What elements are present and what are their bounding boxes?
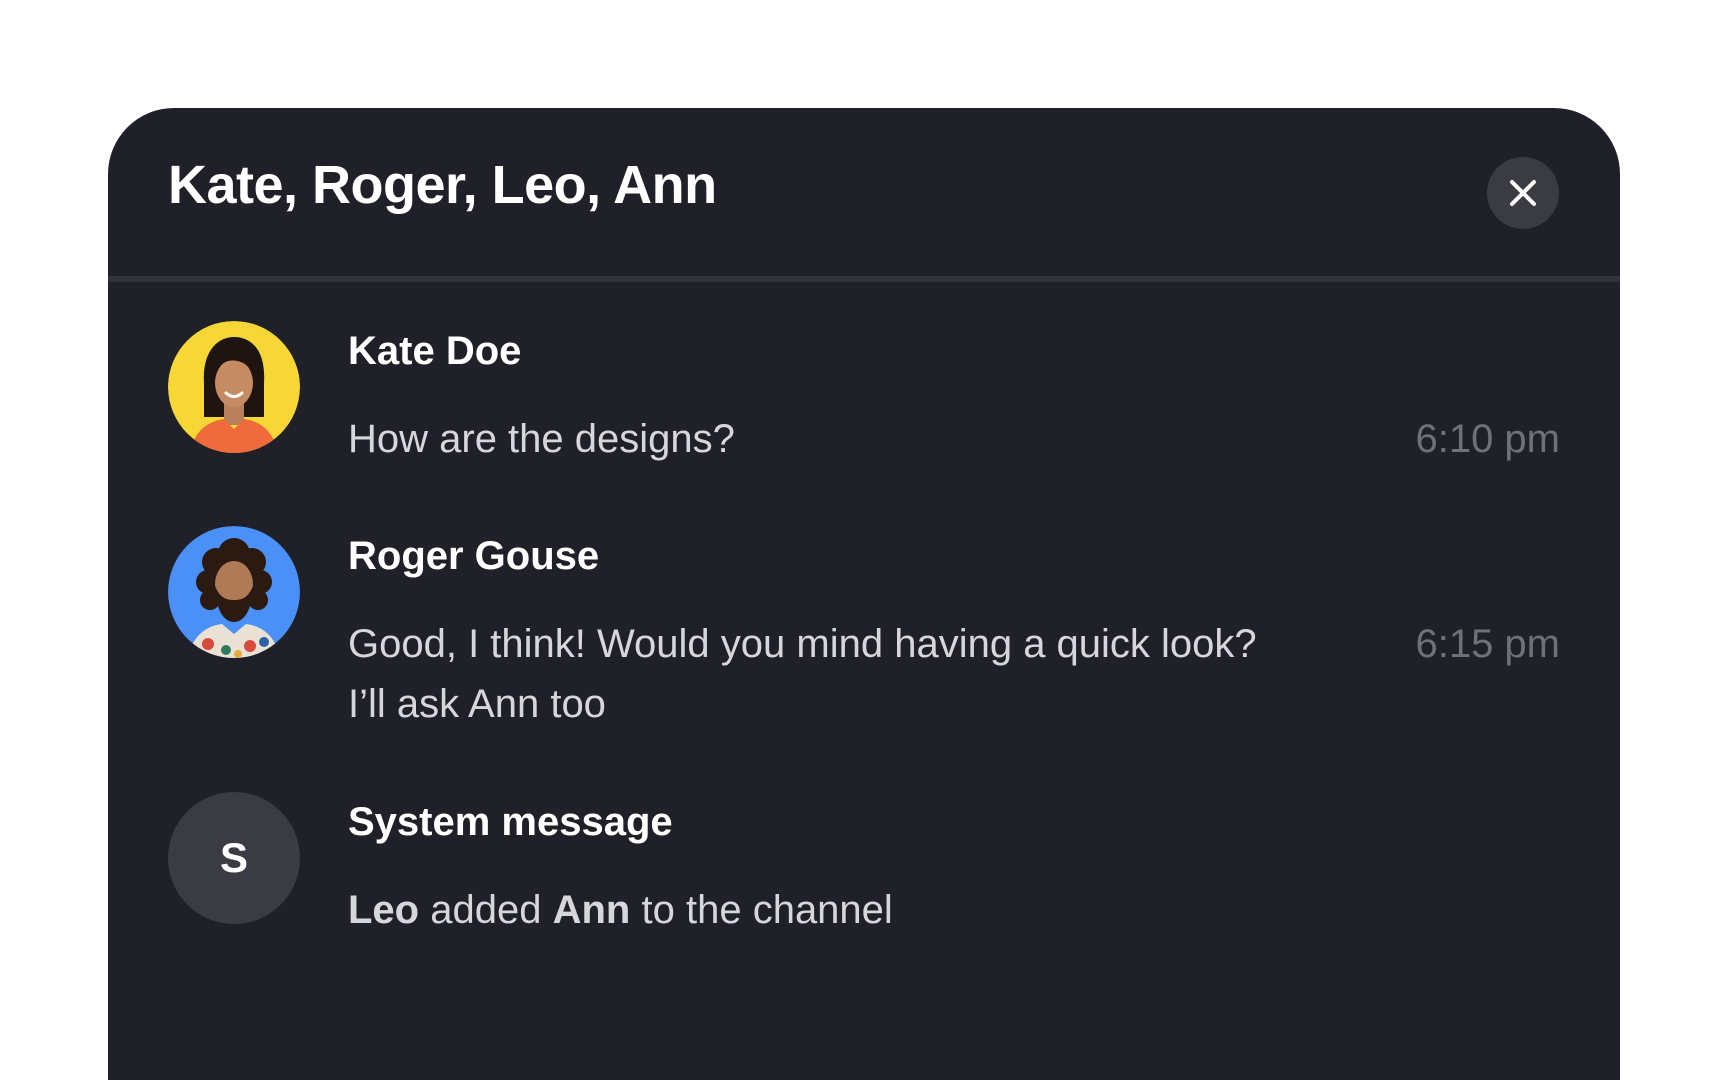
chat-title: Kate, Roger, Leo, Ann: [168, 155, 717, 215]
avatar-system: S: [168, 792, 300, 924]
avatar-kate[interactable]: [168, 321, 300, 453]
avatar-roger[interactable]: [168, 526, 300, 658]
close-icon: [1510, 180, 1536, 206]
message-text: Good, I think! Would you mind having a q…: [348, 622, 1257, 726]
system-message-text: Leo added Ann to the channel: [348, 880, 1298, 940]
actor-name: Leo: [348, 888, 420, 932]
target-name: Ann: [552, 888, 631, 932]
message-item: S System message Leo added Ann to the ch…: [168, 792, 1560, 932]
close-button[interactable]: [1487, 157, 1559, 229]
sender-name: Roger Gouse: [348, 534, 600, 578]
sender-name: System message: [348, 800, 673, 844]
action-rest: to the channel: [641, 888, 893, 932]
message-text: How are the designs?: [348, 417, 735, 461]
message-item: Roger Gouse Good, I think! Would you min…: [168, 526, 1560, 726]
message-time: 6:10 pm: [1415, 417, 1560, 461]
action-verb: added: [430, 888, 542, 932]
chat-panel: Kate, Roger, Leo, Ann Kate Doe How are t…: [108, 108, 1620, 1080]
message-time: 6:15 pm: [1415, 622, 1560, 666]
message-item: Kate Doe How are the designs? 6:10 pm: [168, 321, 1560, 461]
chat-header: Kate, Roger, Leo, Ann: [108, 108, 1620, 282]
sender-name: Kate Doe: [348, 329, 522, 373]
